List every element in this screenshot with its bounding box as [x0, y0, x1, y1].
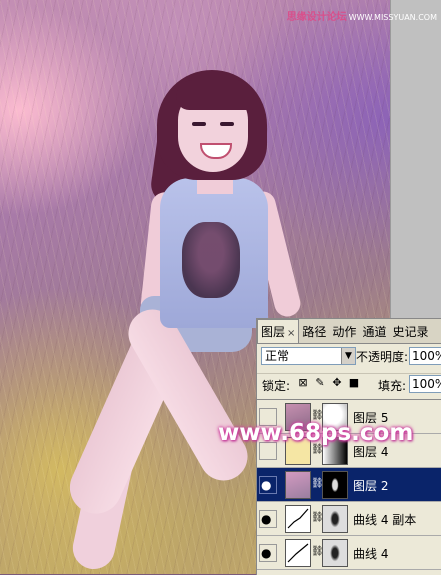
layer-name[interactable]: 图层 2	[353, 477, 388, 494]
girl-bangs	[176, 80, 254, 110]
layer-row[interactable]: ● ⛓ 曲线 4	[257, 536, 441, 570]
site-header: 思缘设计论坛 WWW.MISSYUAN.COM	[287, 8, 437, 23]
watermark-text: www.68ps.com	[218, 420, 414, 446]
blend-mode-value: 正常	[265, 349, 290, 363]
tab-layers-label: 图层	[261, 325, 286, 339]
blend-row: 正常 ▼ 不透明度: 100%	[257, 347, 441, 367]
lock-row: 锁定: ⊠ ✎ ✥ ■ 填充: 100%	[257, 373, 441, 396]
lock-position-icon[interactable]: ✥	[331, 377, 343, 389]
shirt-print	[182, 222, 240, 298]
layers-panel: 图层× 路径 动作 通道 史记录 正常 ▼ 不透明度: 100% 锁定: ⊠ ✎…	[256, 318, 441, 575]
eye-icon: ●	[261, 512, 272, 526]
opacity-label: 不透明度:	[356, 350, 409, 364]
lock-label: 锁定:	[262, 379, 291, 393]
visibility-toggle[interactable]: ●	[259, 544, 277, 562]
lock-paint-icon[interactable]: ✎	[314, 377, 326, 389]
eye-icon: ●	[261, 478, 272, 492]
tab-paths[interactable]: 路径	[299, 323, 329, 343]
workspace-edge	[390, 0, 441, 318]
visibility-toggle[interactable]: ●	[259, 510, 277, 528]
opacity-input[interactable]: 100%	[409, 347, 441, 365]
tab-layers[interactable]: 图层 ×	[257, 319, 300, 343]
layer-name[interactable]: 曲线 4 副本	[353, 511, 416, 528]
site-name: 思缘设计论坛	[286, 12, 347, 23]
lock-all-icon[interactable]: ■	[348, 377, 360, 389]
visibility-toggle[interactable]: ●	[259, 476, 277, 494]
layer-mask-thumbnail[interactable]	[322, 539, 348, 567]
tab-actions[interactable]: 动作	[329, 323, 359, 343]
eye-icon: ●	[261, 546, 272, 560]
layer-name[interactable]: 曲线 4	[353, 545, 388, 562]
layer-mask-thumbnail[interactable]	[322, 505, 348, 533]
tab-channels[interactable]: 通道	[359, 323, 389, 343]
fill-input[interactable]: 100%	[409, 375, 441, 393]
site-url: WWW.MISSYUAN.COM	[348, 13, 437, 22]
girl-eye-left	[192, 122, 206, 126]
curves-adjustment-icon	[285, 505, 311, 533]
layer-row[interactable]: ● ⛓ 曲线 4 副本	[257, 502, 441, 536]
lock-transparency-icon[interactable]: ⊠	[297, 377, 309, 389]
layer-mask-thumbnail[interactable]	[322, 471, 348, 499]
fill-label: 填充:	[378, 379, 407, 393]
layer-row[interactable]: ● ⛓ 图层 2	[257, 468, 441, 502]
curves-adjustment-icon	[285, 539, 311, 567]
blend-mode-select[interactable]: 正常 ▼	[261, 347, 356, 365]
chevron-down-icon[interactable]: ▼	[341, 348, 355, 364]
tab-close-icon[interactable]: ×	[287, 328, 295, 339]
layer-thumbnail	[285, 471, 311, 499]
panel-tabs: 图层 × 路径 动作 通道 史记录	[257, 319, 441, 344]
girl-eye-right	[220, 122, 234, 126]
tab-history[interactable]: 史记录	[389, 323, 431, 343]
